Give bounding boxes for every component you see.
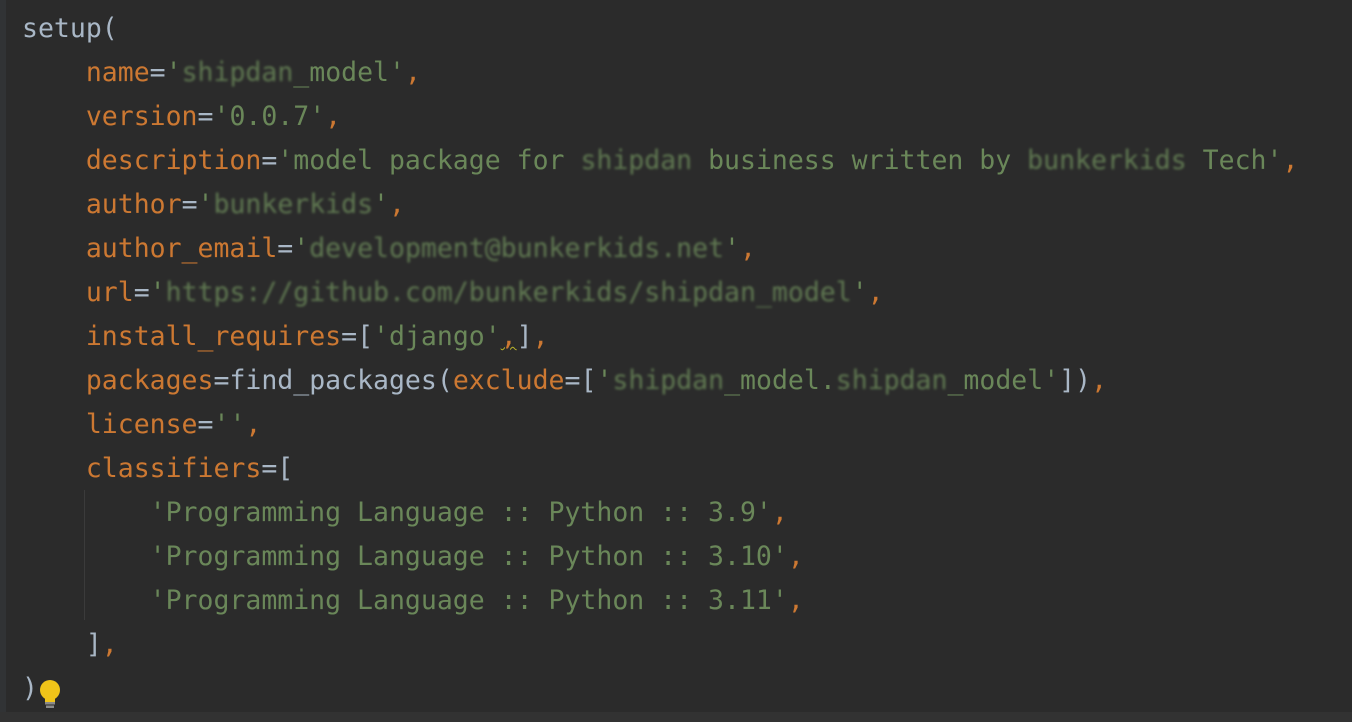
string-token: 'django' bbox=[373, 321, 501, 352]
comma: , bbox=[1091, 365, 1108, 396]
bracket: [ bbox=[580, 365, 597, 396]
string-token: 'model package for bbox=[277, 145, 581, 176]
code-editor[interactable]: setup( name='shipdan_model', version='0.… bbox=[0, 0, 1352, 722]
redacted-text: bunkerkids bbox=[213, 189, 374, 220]
redacted-text: bunkerkids bbox=[1027, 145, 1187, 176]
keyword-arg: description bbox=[85, 145, 262, 176]
redacted-text: https://github.com/bunkerkids/shipdan_mo… bbox=[165, 277, 852, 308]
string-token: '' bbox=[213, 409, 246, 440]
string-token: 'Programming Language :: Python :: 3.11' bbox=[149, 585, 788, 616]
keyword-arg: author bbox=[85, 189, 182, 220]
keyword-arg: version bbox=[85, 101, 198, 132]
code-token: = bbox=[277, 233, 294, 264]
keyword-arg: exclude bbox=[452, 365, 565, 396]
code-token: = bbox=[564, 365, 581, 396]
code-token: = bbox=[213, 365, 230, 396]
code-token: = bbox=[197, 409, 214, 440]
redacted-text: shipdan bbox=[580, 145, 693, 176]
redacted-text: development@bunkerkids.net bbox=[309, 233, 725, 264]
bracket: ] bbox=[85, 629, 102, 660]
redacted-text: shipdan bbox=[835, 365, 948, 396]
string-token: ' bbox=[149, 277, 166, 308]
code-line-5[interactable]: author='bunkerkids', bbox=[22, 183, 405, 227]
code-line-12[interactable]: 'Programming Language :: Python :: 3.9', bbox=[22, 491, 788, 535]
code-token: = bbox=[341, 321, 358, 352]
comma: , bbox=[867, 277, 884, 308]
string-token: _model' bbox=[293, 57, 405, 88]
keyword-arg: packages bbox=[85, 365, 214, 396]
bracket: ]) bbox=[1059, 365, 1092, 396]
keyword-arg: author_email bbox=[85, 233, 278, 264]
comma: , bbox=[389, 189, 405, 220]
editor-bottom-strip bbox=[0, 712, 1352, 722]
lint-warning-comma[interactable]: , bbox=[501, 321, 517, 352]
string-token: 'Programming Language :: Python :: 3.9' bbox=[149, 497, 772, 528]
code-token: = bbox=[133, 277, 150, 308]
bracket: ] bbox=[516, 321, 533, 352]
code-line-6[interactable]: author_email='development@bunkerkids.net… bbox=[22, 227, 756, 271]
code-line-4[interactable]: description='model package for shipdan b… bbox=[22, 139, 1299, 183]
keyword-arg: install_requires bbox=[85, 321, 342, 352]
string-token: ' bbox=[197, 189, 214, 220]
string-token: ' bbox=[293, 233, 310, 264]
code-line-13[interactable]: 'Programming Language :: Python :: 3.10'… bbox=[22, 535, 804, 579]
keyword-arg: url bbox=[85, 277, 134, 308]
bracket: [ bbox=[277, 453, 294, 484]
code-line-14[interactable]: 'Programming Language :: Python :: 3.11'… bbox=[22, 579, 804, 623]
string-token: _model. bbox=[724, 365, 836, 396]
string-token: _model' bbox=[947, 365, 1060, 396]
function-call: find_packages( bbox=[229, 365, 453, 396]
code-line-16[interactable]: ) bbox=[22, 667, 38, 711]
comma: , bbox=[532, 321, 549, 352]
code-line-3[interactable]: version='0.0.7', bbox=[22, 95, 341, 139]
keyword-arg: license bbox=[85, 409, 198, 440]
comma: , bbox=[1282, 145, 1299, 176]
code-line-7[interactable]: url='https://github.com/bunkerkids/shipd… bbox=[22, 271, 884, 315]
code-token: = bbox=[261, 453, 278, 484]
code-line-15[interactable]: ], bbox=[22, 623, 118, 667]
code-token: setup( bbox=[22, 13, 118, 44]
redacted-text: shipdan bbox=[612, 365, 725, 396]
comma: , bbox=[771, 497, 788, 528]
bracket: [ bbox=[357, 321, 374, 352]
code-token: = bbox=[181, 189, 198, 220]
string-token: ' bbox=[373, 189, 390, 220]
code-line-9[interactable]: packages=find_packages(exclude=['shipdan… bbox=[22, 359, 1107, 403]
code-line-8[interactable]: install_requires=['django',], bbox=[22, 315, 549, 359]
string-token: Tech' bbox=[1186, 145, 1283, 176]
keyword-arg: classifiers bbox=[85, 453, 262, 484]
string-token: ' bbox=[724, 233, 741, 264]
comma: , bbox=[787, 541, 804, 572]
string-token: ' bbox=[596, 365, 613, 396]
code-token: = bbox=[197, 101, 214, 132]
string-token: ' bbox=[851, 277, 868, 308]
string-token: business written by bbox=[692, 145, 1028, 176]
code-token: ) bbox=[22, 673, 38, 704]
comma: , bbox=[740, 233, 756, 264]
code-line-11[interactable]: classifiers=[ bbox=[22, 447, 293, 491]
lightbulb-icon[interactable] bbox=[37, 678, 63, 710]
string-token: '0.0.7' bbox=[213, 101, 326, 132]
comma: , bbox=[101, 629, 118, 660]
string-token: ' bbox=[165, 57, 182, 88]
comma: , bbox=[325, 101, 342, 132]
code-token: = bbox=[261, 145, 278, 176]
editor-gutter bbox=[0, 0, 6, 722]
string-token: 'Programming Language :: Python :: 3.10' bbox=[149, 541, 788, 572]
comma: , bbox=[787, 585, 804, 616]
comma: , bbox=[245, 409, 262, 440]
code-line-10[interactable]: license='', bbox=[22, 403, 262, 447]
comma: , bbox=[404, 57, 421, 88]
code-line-1[interactable]: setup( bbox=[22, 7, 118, 51]
keyword-arg: name bbox=[85, 57, 150, 88]
code-token: = bbox=[149, 57, 166, 88]
code-line-2[interactable]: name='shipdan_model', bbox=[22, 51, 421, 95]
redacted-text: shipdan bbox=[181, 57, 294, 88]
